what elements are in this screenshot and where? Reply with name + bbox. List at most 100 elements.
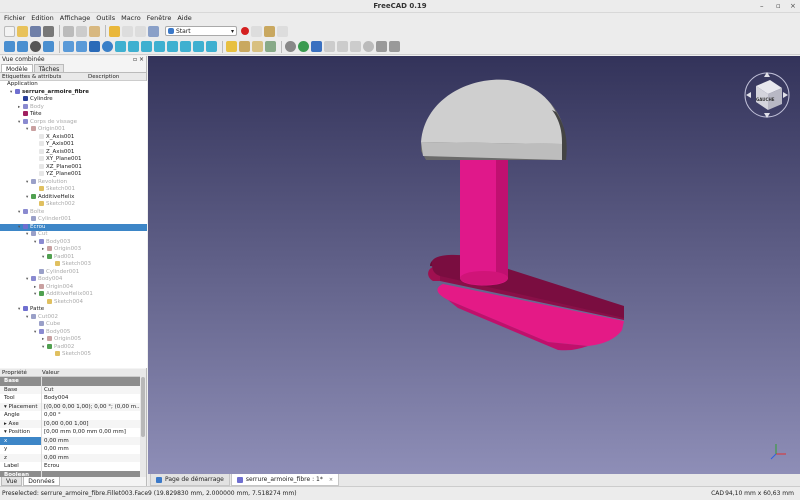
property-editor[interactable]: Propriété Valeur Base Base Cut Tool Body004 ▾… (0, 369, 140, 477)
whats-this-icon[interactable] (148, 25, 159, 37)
tree-item-cut[interactable]: ▾ Cut (0, 231, 147, 239)
tree-item-origin003[interactable]: ▸ Origin003 (0, 246, 147, 254)
reload-icon[interactable] (350, 41, 361, 52)
tree-item-pad002[interactable]: ▾ Pad002 (0, 343, 147, 352)
workbench-selector[interactable]: Start ▾ (165, 26, 237, 36)
tree-item-z-axis001[interactable]: Z_Axis001 (0, 148, 147, 157)
property-row[interactable]: z 0,00 mm (0, 453, 140, 463)
close-button[interactable]: × (790, 2, 796, 10)
tree-item-sketch003[interactable]: Sketch003 (0, 261, 147, 269)
maximize-button[interactable]: ▫ (776, 2, 781, 10)
bounding-box-icon[interactable] (43, 41, 54, 52)
right-view-icon[interactable] (154, 41, 165, 52)
tab-modele[interactable]: Modèle (1, 64, 33, 73)
tree-item-ecrou[interactable]: ▾ Ecrou (0, 223, 147, 231)
tab-page-demarrage[interactable]: Page de démarrage (150, 474, 230, 486)
home-icon[interactable] (285, 41, 296, 52)
draw-style-icon[interactable] (30, 41, 41, 52)
menu-fenetre[interactable]: Fenêtre (147, 13, 172, 23)
undo-icon[interactable] (109, 25, 120, 37)
group-icon[interactable] (239, 41, 250, 52)
property-row[interactable]: Tool Body004 (0, 394, 140, 403)
tree-item-origin005[interactable]: ▸ Origin005 (0, 336, 147, 344)
tree-item-sketch002[interactable]: Sketch002 (0, 201, 147, 209)
menu-outils[interactable]: Outils (96, 13, 115, 23)
new-file-icon[interactable] (4, 25, 15, 37)
property-value[interactable]: Cut (42, 386, 140, 395)
stereo-icon[interactable] (89, 41, 100, 52)
property-row[interactable]: Base Cut (0, 385, 140, 395)
tree-item-additivehelix[interactable]: ▾ AdditiveHelix (0, 193, 147, 202)
tree-item-cut002[interactable]: ▾ Cut002 (0, 313, 147, 322)
tree-item-additivehelix001[interactable]: ▾ AdditiveHelix001 (0, 291, 147, 299)
front-view-icon[interactable] (128, 41, 139, 52)
tree-item-cylinder001[interactable]: Cylinder001 (0, 216, 147, 224)
copy-icon[interactable] (76, 25, 87, 37)
cut-icon[interactable] (63, 25, 74, 37)
property-row[interactable]: Angle 0,00 ° (0, 411, 140, 420)
measure-icon[interactable] (206, 41, 217, 52)
bottom-view-icon[interactable] (180, 41, 191, 52)
tree-item-origin001[interactable]: ▾ Origin001 (0, 126, 147, 134)
property-row[interactable]: ▾ Position [0,00 mm 0,00 mm 0,00 mm] (0, 428, 140, 437)
tree-item-sketch005[interactable]: Sketch005 (0, 351, 147, 359)
open-file-icon[interactable] (17, 25, 28, 37)
property-value[interactable]: [(0,00 0,00 1,00); 0,00 °; (0,00 m... (42, 403, 140, 412)
tree-item-application[interactable]: Application (0, 81, 147, 89)
3d-viewport[interactable]: GAUCHE (148, 56, 800, 474)
tab-taches[interactable]: Tâches (33, 64, 65, 73)
macro-stop-icon[interactable] (251, 25, 262, 37)
property-row[interactable]: Label Ecrou (0, 462, 140, 471)
left-view-icon[interactable] (193, 41, 204, 52)
redo-icon[interactable] (122, 25, 133, 37)
tree-item-body004[interactable]: ▾ Body004 (0, 276, 147, 284)
link-actions-icon[interactable] (265, 41, 276, 52)
close-icon[interactable]: × (329, 474, 333, 486)
macro-edit-icon[interactable] (264, 25, 275, 37)
menu-aide[interactable]: Aide (177, 13, 191, 23)
refresh-icon[interactable] (135, 25, 146, 37)
menu-affichage[interactable]: Affichage (60, 13, 91, 23)
arrow-left-icon[interactable] (63, 41, 74, 52)
property-row[interactable]: ▸ Axe [0,00 0,00 1,00] (0, 419, 140, 428)
stop-icon[interactable] (363, 41, 374, 52)
tab-vue[interactable]: Vue (1, 477, 23, 486)
model-tree[interactable]: Application ▾ serrure_armoire_fibre Cylindr… (0, 81, 147, 368)
tree-item-pad001[interactable]: ▾ Pad001 (0, 253, 147, 262)
forward-icon[interactable] (337, 41, 348, 52)
macro-record-icon[interactable] (241, 27, 249, 35)
menu-macro[interactable]: Macro (121, 13, 141, 23)
tree-item-patte[interactable]: ▾ Patte (0, 306, 147, 314)
tree-item-serrure-armoire-fibre[interactable]: ▾ serrure_armoire_fibre (0, 88, 147, 97)
zoom-out-icon[interactable] (389, 41, 400, 52)
back-icon[interactable] (324, 41, 335, 52)
property-value[interactable]: 0,00 mm (42, 454, 140, 463)
tree-item-xy-plane001[interactable]: XY_Plane001 (0, 156, 147, 164)
menu-edition[interactable]: Edition (31, 13, 54, 23)
property-value[interactable]: 0,00 mm (42, 445, 140, 454)
scrollbar-thumb[interactable] (141, 377, 145, 437)
tree-item-origin004[interactable]: ▸ Origin004 (0, 283, 147, 292)
fit-all-icon[interactable] (4, 41, 15, 52)
arrow-right-icon[interactable] (76, 41, 87, 52)
paste-icon[interactable] (89, 25, 100, 37)
menu-fichier[interactable]: Fichier (4, 13, 25, 23)
tree-item-revolution[interactable]: ▾ Revolution (0, 178, 147, 187)
part-icon[interactable] (226, 41, 237, 52)
tree-item-yz-plane001[interactable]: YZ_Plane001 (0, 171, 147, 179)
tree-item-x-axis001[interactable]: X_Axis001 (0, 133, 147, 142)
rear-view-icon[interactable] (167, 41, 178, 52)
property-value[interactable]: Body004 (42, 394, 140, 403)
property-row[interactable]: ▾ Placement [(0,00 0,00 1,00); 0,00 °; (0… (0, 402, 140, 412)
navigate-icon[interactable] (311, 41, 322, 52)
tree-item-cylindre[interactable]: Cylindre (0, 96, 147, 104)
tree-item-corps-de-vissage[interactable]: ▾ Corps de vissage (0, 118, 147, 127)
tree-item-t-te[interactable]: Tête (0, 111, 147, 119)
web-icon[interactable] (298, 41, 309, 52)
top-view-icon[interactable] (141, 41, 152, 52)
property-value[interactable]: 0,00 mm (42, 437, 140, 446)
tree-item-xz-plane001[interactable]: XZ_Plane001 (0, 163, 147, 172)
tab-serrure-armoire-fibre[interactable]: serrure_armoire_fibre : 1* × (230, 474, 340, 486)
tree-item-y-axis001[interactable]: Y_Axis001 (0, 141, 147, 149)
property-row[interactable]: Base (0, 377, 140, 386)
